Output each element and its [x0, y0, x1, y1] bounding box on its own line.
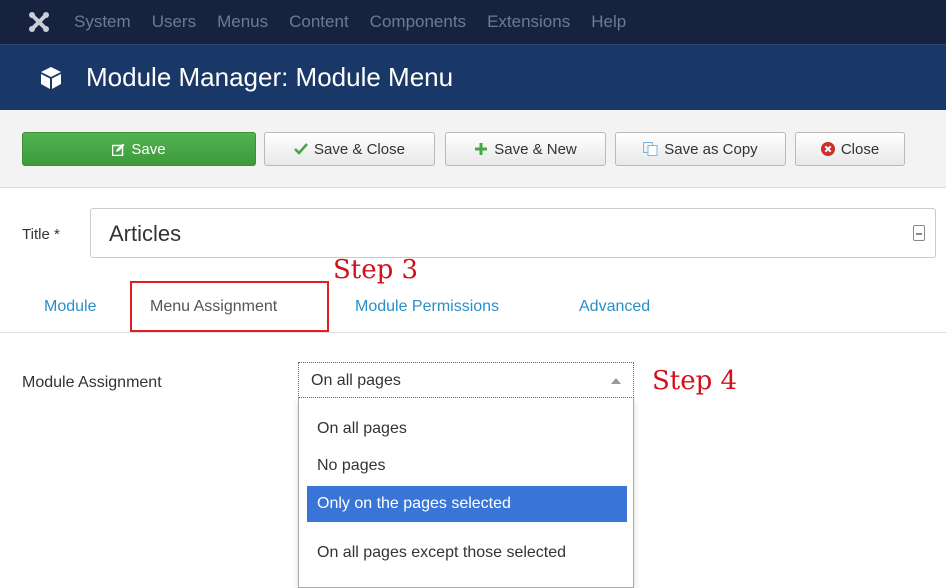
save-label: Save — [131, 140, 166, 158]
tab-advanced[interactable]: Advanced — [579, 298, 650, 316]
page-header: Module Manager: Module Menu — [0, 44, 946, 110]
save-as-copy-label: Save as Copy — [664, 140, 758, 158]
tabs-divider — [0, 332, 946, 333]
save-as-copy-button[interactable]: Save as Copy — [615, 132, 786, 166]
close-circle-icon — [820, 142, 835, 156]
save-button[interactable]: Save — [22, 132, 256, 166]
copy-icon — [643, 142, 658, 156]
nav-system[interactable]: System — [74, 12, 131, 32]
check-icon — [294, 143, 308, 155]
nav-extensions[interactable]: Extensions — [487, 12, 570, 32]
title-input-value: Articles — [109, 221, 182, 246]
option-only-on-selected[interactable]: Only on the pages selected — [307, 486, 627, 522]
joomla-logo-icon[interactable] — [22, 0, 56, 44]
nav-menus[interactable]: Menus — [217, 12, 268, 32]
edit-icon — [112, 143, 125, 156]
option-no-pages[interactable]: No pages — [307, 452, 627, 480]
tab-module[interactable]: Module — [44, 298, 96, 316]
title-field-label: Title * — [22, 226, 60, 243]
module-assignment-select[interactable]: On all pages — [298, 362, 634, 398]
option-on-all-pages[interactable]: On all pages — [307, 416, 627, 442]
page-title: Module Manager: Module Menu — [86, 62, 454, 92]
step3-annotation: Step 3 — [333, 255, 419, 285]
step3-highlight-box — [130, 281, 329, 332]
nav-users[interactable]: Users — [152, 12, 196, 32]
plus-icon — [474, 142, 488, 156]
title-input[interactable]: Articles — [90, 208, 936, 258]
cube-icon — [40, 66, 62, 90]
caret-up-icon — [611, 378, 621, 384]
step4-annotation: Step 4 — [652, 366, 738, 396]
toolbar: Save Save & Close Save & New Save as Cop… — [0, 110, 946, 188]
module-assignment-label: Module Assignment — [22, 374, 162, 391]
close-label: Close — [840, 140, 880, 158]
field-lock-icon — [913, 225, 925, 241]
nav-content[interactable]: Content — [289, 12, 349, 32]
option-all-except-selected[interactable]: On all pages except those selected — [307, 528, 627, 578]
save-new-label: Save & New — [494, 140, 577, 158]
save-close-label: Save & Close — [314, 140, 405, 158]
close-button[interactable]: Close — [795, 132, 905, 166]
module-assignment-selected-value: On all pages — [311, 372, 401, 389]
save-close-button[interactable]: Save & Close — [264, 132, 435, 166]
save-new-button[interactable]: Save & New — [445, 132, 606, 166]
nav-help[interactable]: Help — [591, 12, 626, 32]
nav-components[interactable]: Components — [370, 12, 466, 32]
tab-module-permissions[interactable]: Module Permissions — [355, 298, 499, 316]
top-nav: System Users Menus Content Components Ex… — [0, 0, 946, 44]
module-assignment-dropdown: On all pages No pages Only on the pages … — [298, 398, 634, 588]
